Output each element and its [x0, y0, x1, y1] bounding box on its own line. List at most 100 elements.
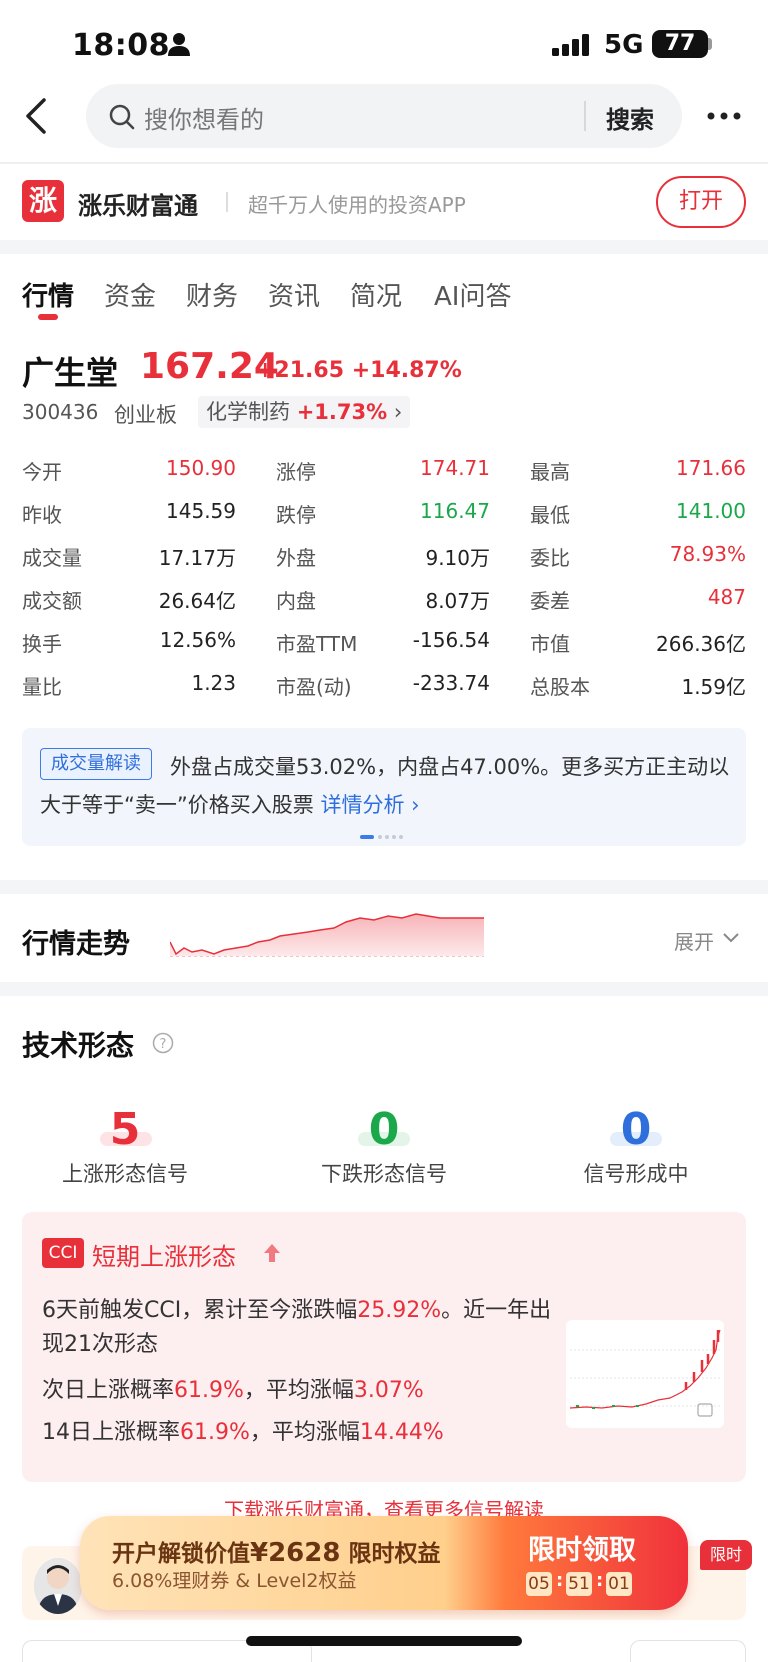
next-day-stats: 次日上涨概率61.9%，平均涨幅3.07% — [42, 1374, 562, 1408]
forming-signal-label: 信号形成中 — [583, 1162, 689, 1186]
expand-button[interactable]: 展开 — [674, 926, 714, 955]
quote-value: 116.47 — [420, 499, 490, 523]
change-percent: +14.87% — [351, 358, 462, 383]
quote-label: 外盘 — [276, 546, 316, 570]
quote-value: 174.71 — [420, 456, 490, 480]
quote-label: 总股本 — [530, 675, 590, 699]
fall-signal-count[interactable]: 0 — [324, 1104, 444, 1155]
tab-profile[interactable]: 简况 — [350, 276, 402, 313]
claim-button[interactable]: 限时领取 — [512, 1528, 652, 1567]
tab-indicator — [38, 314, 58, 320]
pattern-thumbnail[interactable] — [566, 1320, 724, 1428]
quote-value: 487 — [707, 585, 746, 609]
search-divider — [584, 101, 586, 131]
quote-value: 1.23 — [191, 671, 236, 695]
quote-label: 今开 — [22, 460, 62, 484]
avg-label: ，平均涨幅 — [243, 1378, 354, 1403]
quote-label: 成交量 — [22, 546, 82, 570]
quote-value: 78.93% — [669, 542, 746, 566]
timer-seconds: 01 — [606, 1572, 632, 1596]
next-day-avg: 3.07% — [353, 1378, 424, 1403]
back-icon[interactable] — [22, 96, 52, 136]
section-gap — [0, 880, 768, 894]
chevron-down-icon[interactable] — [722, 932, 740, 944]
quote-value: 150.90 — [166, 456, 236, 480]
tab-finance[interactable]: 财务 — [186, 276, 238, 313]
trend-sparkline — [170, 913, 484, 957]
promo-headline: 开户解锁价值¥2628 限时权益 — [112, 1534, 440, 1568]
fall-signal-label: 下跌形态信号 — [321, 1162, 447, 1186]
quote-label: 市盈(动) — [276, 675, 352, 699]
quote-value: -233.74 — [412, 671, 490, 695]
rise-signal-count[interactable]: 5 — [65, 1104, 185, 1155]
detail-analysis-link[interactable]: 详情分析 › — [320, 793, 419, 817]
search-input[interactable]: 搜你想看的 — [144, 100, 264, 135]
fourteen-day-avg: 14.44% — [359, 1420, 444, 1445]
quote-label: 跌停 — [276, 503, 316, 527]
help-icon[interactable]: ? — [152, 1032, 174, 1054]
timer-separator: : — [596, 1570, 604, 1591]
quote-label: 昨收 — [22, 503, 62, 527]
quote-label: 换手 — [22, 632, 62, 656]
stock-change: +21.65 +14.87% — [256, 358, 462, 383]
pattern-title: 短期上涨形态 — [92, 1243, 236, 1271]
forming-signal-count[interactable]: 0 — [576, 1104, 696, 1155]
timer-minutes: 51 — [566, 1572, 592, 1596]
signal-icon — [552, 34, 589, 56]
promo-amount: ¥2628 — [250, 1538, 341, 1568]
quote-value: 145.59 — [166, 499, 236, 523]
quote-label: 最低 — [530, 503, 570, 527]
tab-market[interactable]: 行情 — [22, 276, 74, 313]
quote-value: -156.54 — [412, 628, 490, 652]
quote-label: 涨停 — [276, 460, 316, 484]
stock-code: 300436 — [22, 400, 99, 424]
next-day-label: 次日上涨概率 — [42, 1378, 175, 1403]
promo-subline: 6.08%理财券 & Level2权益 — [112, 1570, 357, 1592]
volume-analysis-tag: 成交量解读 — [40, 748, 152, 780]
tech-pattern-title: 技术形态 — [22, 1029, 135, 1062]
stock-name: 广生堂 — [22, 354, 119, 392]
search-icon — [109, 104, 135, 130]
rise-signal-label: 上涨形态信号 — [62, 1162, 188, 1186]
cumulative-change: 25.92% — [357, 1298, 442, 1323]
avg-label: ，平均涨幅 — [249, 1420, 360, 1445]
fourteen-day-prob: 61.9% — [180, 1420, 250, 1445]
tab-funds[interactable]: 资金 — [104, 276, 156, 313]
up-arrow-icon — [264, 1244, 280, 1262]
quote-value: 9.10万 — [425, 546, 490, 570]
divider — [0, 162, 768, 164]
more-icon[interactable] — [706, 110, 742, 122]
cci-badge: CCI — [42, 1238, 84, 1268]
limited-badge: 限时 — [700, 1540, 752, 1570]
sector-chip[interactable]: 化学制药 +1.73% › — [198, 396, 411, 428]
section-gap — [0, 240, 768, 254]
quote-label: 量比 — [22, 675, 62, 699]
expand-icon — [697, 1403, 713, 1417]
chevron-right-icon: › — [393, 400, 403, 424]
stock-board: 创业板 — [114, 403, 177, 427]
fourteen-day-stats: 14日上涨概率61.9%，平均涨幅14.44% — [42, 1416, 562, 1450]
fourteen-day-label: 14日上涨概率 — [42, 1420, 180, 1445]
tab-ai-qa[interactable]: AI问答 — [434, 276, 511, 313]
quote-label: 市值 — [530, 632, 570, 656]
quote-value: 8.07万 — [425, 589, 490, 613]
quote-value: 17.17万 — [158, 546, 236, 570]
quote-value: 1.59亿 — [681, 675, 746, 699]
quote-label: 委差 — [530, 589, 570, 613]
quote-label: 成交额 — [22, 589, 82, 613]
person-icon — [168, 33, 190, 56]
quote-label: 内盘 — [276, 589, 316, 613]
banner-separator — [226, 192, 228, 212]
timer-hours: 05 — [526, 1572, 552, 1596]
change-value: +21.65 — [256, 358, 345, 383]
quote-label: 委比 — [530, 546, 570, 570]
tab-news[interactable]: 资讯 — [268, 276, 320, 313]
svg-text:?: ? — [160, 1037, 167, 1052]
search-button[interactable]: 搜索 — [606, 100, 654, 135]
network-type: 5G — [604, 30, 644, 60]
app-slogan: 超千万人使用的投资APP — [248, 193, 466, 217]
timer-separator: : — [556, 1570, 564, 1591]
quote-value: 171.66 — [676, 456, 746, 480]
open-app-button[interactable]: 打开 — [656, 176, 746, 228]
advisor-avatar — [34, 1558, 82, 1614]
